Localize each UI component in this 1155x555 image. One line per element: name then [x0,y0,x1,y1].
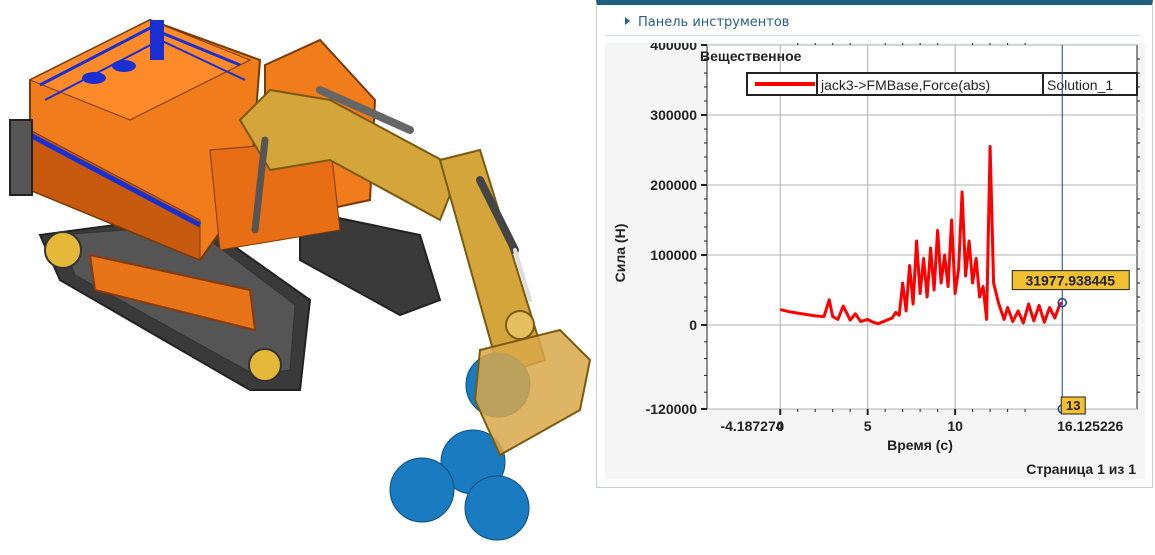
y-tick-label: 0 [689,317,697,333]
chart-title: Вещественное [700,48,802,64]
force-chart[interactable]: -12000001000002000003000004000000 5 10-4.1… [605,43,1145,479]
cursor-value-label: 31977.938445 [1025,273,1115,289]
y-tick-label: 100000 [650,247,697,263]
plot-area [706,44,1138,410]
toolbar-header[interactable]: Панель инструментов [605,11,1141,36]
y-tick-label: -120000 [646,401,698,417]
y-tick-label: 400000 [650,43,697,53]
y-tick-label: 300000 [650,107,697,123]
page-indicator: Страница 1 из 1 [1026,461,1136,477]
plot-panel: Панель инструментов -120000 0 100000 200000… [596,0,1153,488]
x-tick-label: 10 [947,418,963,434]
toolbar-label: Панель инструментов [638,15,790,30]
chart-grid [706,44,1138,410]
x-axis-label: Время (с) [887,437,953,453]
cursor-x-label: 16.125226 [1057,418,1123,434]
x-min-label: -4.187274 [720,418,783,434]
chart-legend[interactable]: jack3->FMBase,Force(abs) Solution_1 [746,72,1138,96]
excavator-model[interactable] [9,18,547,391]
excavator-bucket [473,328,592,457]
excavator-3d-view[interactable] [0,0,600,555]
legend-series-name: jack3->FMBase,Force(abs) [820,77,990,93]
legend-solution-name: Solution_1 [1047,77,1113,93]
expand-arrow-icon[interactable] [625,17,630,25]
x-tick-label: 5 [864,418,872,434]
y-tick-label: 200000 [650,177,697,193]
y-axis-label: Сила (Н) [612,224,628,283]
frame-label: 13 [1066,398,1080,413]
